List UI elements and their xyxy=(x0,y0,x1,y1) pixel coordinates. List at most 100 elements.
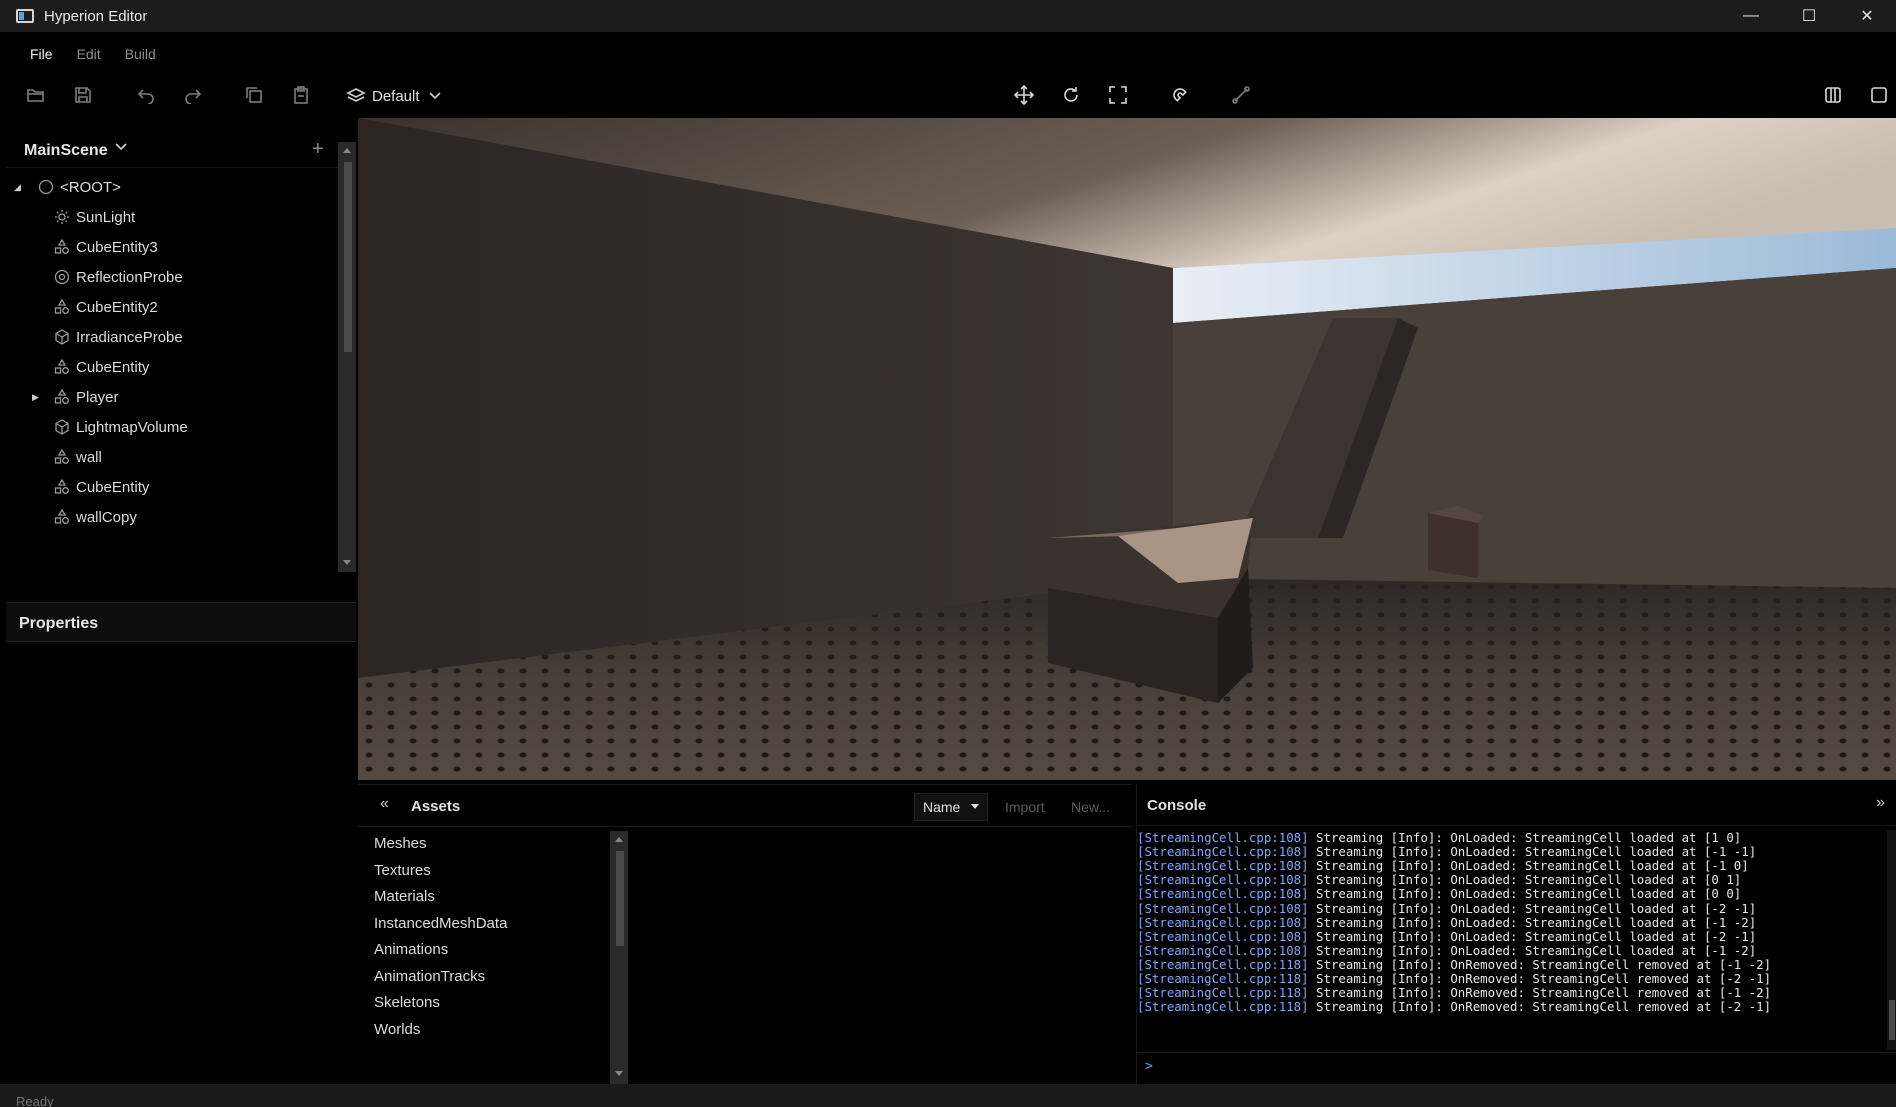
log-message: Streaming [Info]: OnLoaded: StreamingCel… xyxy=(1308,900,1757,916)
maximize-button[interactable]: ☐ xyxy=(1780,0,1838,32)
tree-row-label: wall xyxy=(76,448,102,466)
tree-row-label: wallCopy xyxy=(76,508,137,526)
menu-edit[interactable]: Edit xyxy=(65,46,113,62)
scrollbar-thumb[interactable] xyxy=(616,851,624,946)
scene-title[interactable]: MainScene xyxy=(24,142,108,160)
sort-select-value: Name xyxy=(923,799,961,815)
open-folder-icon[interactable] xyxy=(23,82,49,108)
asset-category-item[interactable]: InstancedMeshData xyxy=(374,915,507,932)
expand-panel-icon[interactable]: » xyxy=(1876,794,1885,812)
log-line: [StreamingCell.cpp:108] Streaming [Info]… xyxy=(1137,901,1756,916)
expand-arrow-icon[interactable]: ◢ xyxy=(14,182,21,193)
shapes-icon xyxy=(54,299,70,315)
paste-icon[interactable] xyxy=(288,82,314,108)
split-view-icon[interactable] xyxy=(1820,82,1846,108)
tree-row[interactable]: LightmapVolume xyxy=(6,412,336,442)
single-view-icon[interactable] xyxy=(1866,82,1892,108)
scene-tree-scrollbar[interactable] xyxy=(338,142,356,572)
new-asset-button[interactable]: New... xyxy=(1071,799,1110,815)
asset-category-item[interactable]: Textures xyxy=(374,862,431,879)
tree-row[interactable]: CubeEntity xyxy=(6,352,336,382)
chevron-down-icon[interactable] xyxy=(114,142,128,152)
tree-row[interactable]: ▶ Player xyxy=(6,382,336,412)
asset-category-item[interactable]: Worlds xyxy=(374,1021,420,1038)
log-line: [StreamingCell.cpp:108] Streaming [Info]… xyxy=(1137,844,1756,859)
import-button[interactable]: Import xyxy=(1005,799,1045,815)
menu-file[interactable]: File xyxy=(18,46,65,62)
collapse-panel-icon[interactable]: « xyxy=(380,795,389,813)
asset-category-list: Meshes Textures Materials InstancedMeshData… xyxy=(358,831,608,1085)
tree-row[interactable]: wall xyxy=(6,442,336,472)
sort-select[interactable]: Name xyxy=(914,793,988,821)
log-source: [StreamingCell.cpp:108] xyxy=(1137,900,1309,916)
scene-viewport[interactable] xyxy=(358,118,1896,780)
status-text: Ready xyxy=(16,1094,54,1107)
scrollbar-thumb[interactable] xyxy=(344,162,352,352)
log-source: [StreamingCell.cpp:108] xyxy=(1137,844,1309,860)
asset-category-item[interactable]: Animations xyxy=(374,941,448,958)
tree-row[interactable]: SunLight xyxy=(6,202,336,232)
layer-select[interactable]: Default xyxy=(346,83,442,109)
asset-grid[interactable] xyxy=(630,831,1130,1085)
window-title: Hyperion Editor xyxy=(44,7,148,25)
log-line: [StreamingCell.cpp:118] Streaming [Info]… xyxy=(1137,999,1771,1014)
log-message: Streaming [Info]: OnRemoved: StreamingCe… xyxy=(1308,956,1772,972)
log-message: Streaming [Info]: OnLoaded: StreamingCel… xyxy=(1308,830,1742,845)
tree-row[interactable]: IrradianceProbe xyxy=(6,322,336,352)
rotate-tool-icon[interactable] xyxy=(1058,82,1084,108)
scale-tool-icon[interactable] xyxy=(1105,82,1131,108)
copy-icon[interactable] xyxy=(241,82,267,108)
console-title: Console xyxy=(1147,797,1207,814)
asset-category-item[interactable]: Meshes xyxy=(374,835,427,852)
scrollbar-thumb[interactable] xyxy=(1889,1000,1895,1040)
collapse-arrow-icon[interactable]: ▶ xyxy=(32,392,39,403)
tree-row[interactable]: wallCopy xyxy=(6,502,336,532)
tree-row[interactable]: ◢ <ROOT> xyxy=(6,172,336,202)
scroll-down-arrow-icon[interactable] xyxy=(343,560,351,565)
menu-build[interactable]: Build xyxy=(113,46,168,62)
tree-row[interactable]: CubeEntity2 xyxy=(6,292,336,322)
shapes-icon xyxy=(54,479,70,495)
tree-row[interactable]: CubeEntity3 xyxy=(6,232,336,262)
log-source: [StreamingCell.cpp:108] xyxy=(1137,914,1309,930)
close-button[interactable]: ✕ xyxy=(1838,0,1896,32)
console-scrollbar[interactable] xyxy=(1887,830,1896,1050)
scroll-down-arrow-icon[interactable] xyxy=(615,1071,623,1076)
move-tool-icon[interactable] xyxy=(1011,82,1037,108)
undo-icon[interactable] xyxy=(133,82,159,108)
app-icon xyxy=(16,9,34,23)
log-message: Streaming [Info]: OnLoaded: StreamingCel… xyxy=(1308,886,1742,902)
assets-panel: « Assets Name Import New... Meshes Textur… xyxy=(358,784,1132,1085)
asset-category-item[interactable]: AnimationTracks xyxy=(374,968,485,985)
tree-row-label: CubeEntity xyxy=(76,478,150,496)
console-input[interactable]: > xyxy=(1137,1052,1896,1084)
log-source: [StreamingCell.cpp:118] xyxy=(1137,985,1309,1001)
tree-row[interactable]: ReflectionProbe xyxy=(6,262,336,292)
redo-icon[interactable] xyxy=(180,82,206,108)
circle-icon xyxy=(38,179,54,195)
log-line: [StreamingCell.cpp:108] Streaming [Info]… xyxy=(1137,915,1756,930)
log-source: [StreamingCell.cpp:118] xyxy=(1137,971,1309,986)
viewport-render[interactable] xyxy=(358,118,1896,780)
scroll-up-arrow-icon[interactable] xyxy=(343,148,351,153)
layer-select-label: Default xyxy=(372,87,420,105)
snap-magnet-icon[interactable] xyxy=(1167,82,1193,108)
asset-category-item[interactable]: Materials xyxy=(374,888,435,905)
add-entity-button[interactable]: + xyxy=(312,138,324,161)
status-bar: Ready xyxy=(0,1084,1896,1107)
log-message: Streaming [Info]: OnLoaded: StreamingCel… xyxy=(1308,858,1749,874)
scene-panel: MainScene + ◢ <ROOT> SunLight CubeEntity3 Re… xyxy=(6,118,356,1084)
log-source: [StreamingCell.cpp:108] xyxy=(1137,872,1309,888)
save-icon[interactable] xyxy=(70,82,96,108)
scroll-up-arrow-icon[interactable] xyxy=(615,837,623,842)
asset-category-item[interactable]: Skeletons xyxy=(374,994,440,1011)
properties-header: Properties xyxy=(6,602,356,642)
minimize-button[interactable]: — xyxy=(1722,0,1780,32)
tree-row-label: CubeEntity3 xyxy=(76,238,158,256)
console-log: [StreamingCell.cpp:108] Streaming [Info]… xyxy=(1137,830,1887,1050)
bone-tool-icon[interactable] xyxy=(1228,82,1254,108)
log-line: [StreamingCell.cpp:108] Streaming [Info]… xyxy=(1137,872,1741,887)
asset-list-scrollbar[interactable] xyxy=(610,831,628,1085)
tree-row[interactable]: CubeEntity xyxy=(6,472,336,502)
log-message: Streaming [Info]: OnLoaded: StreamingCel… xyxy=(1308,928,1757,944)
